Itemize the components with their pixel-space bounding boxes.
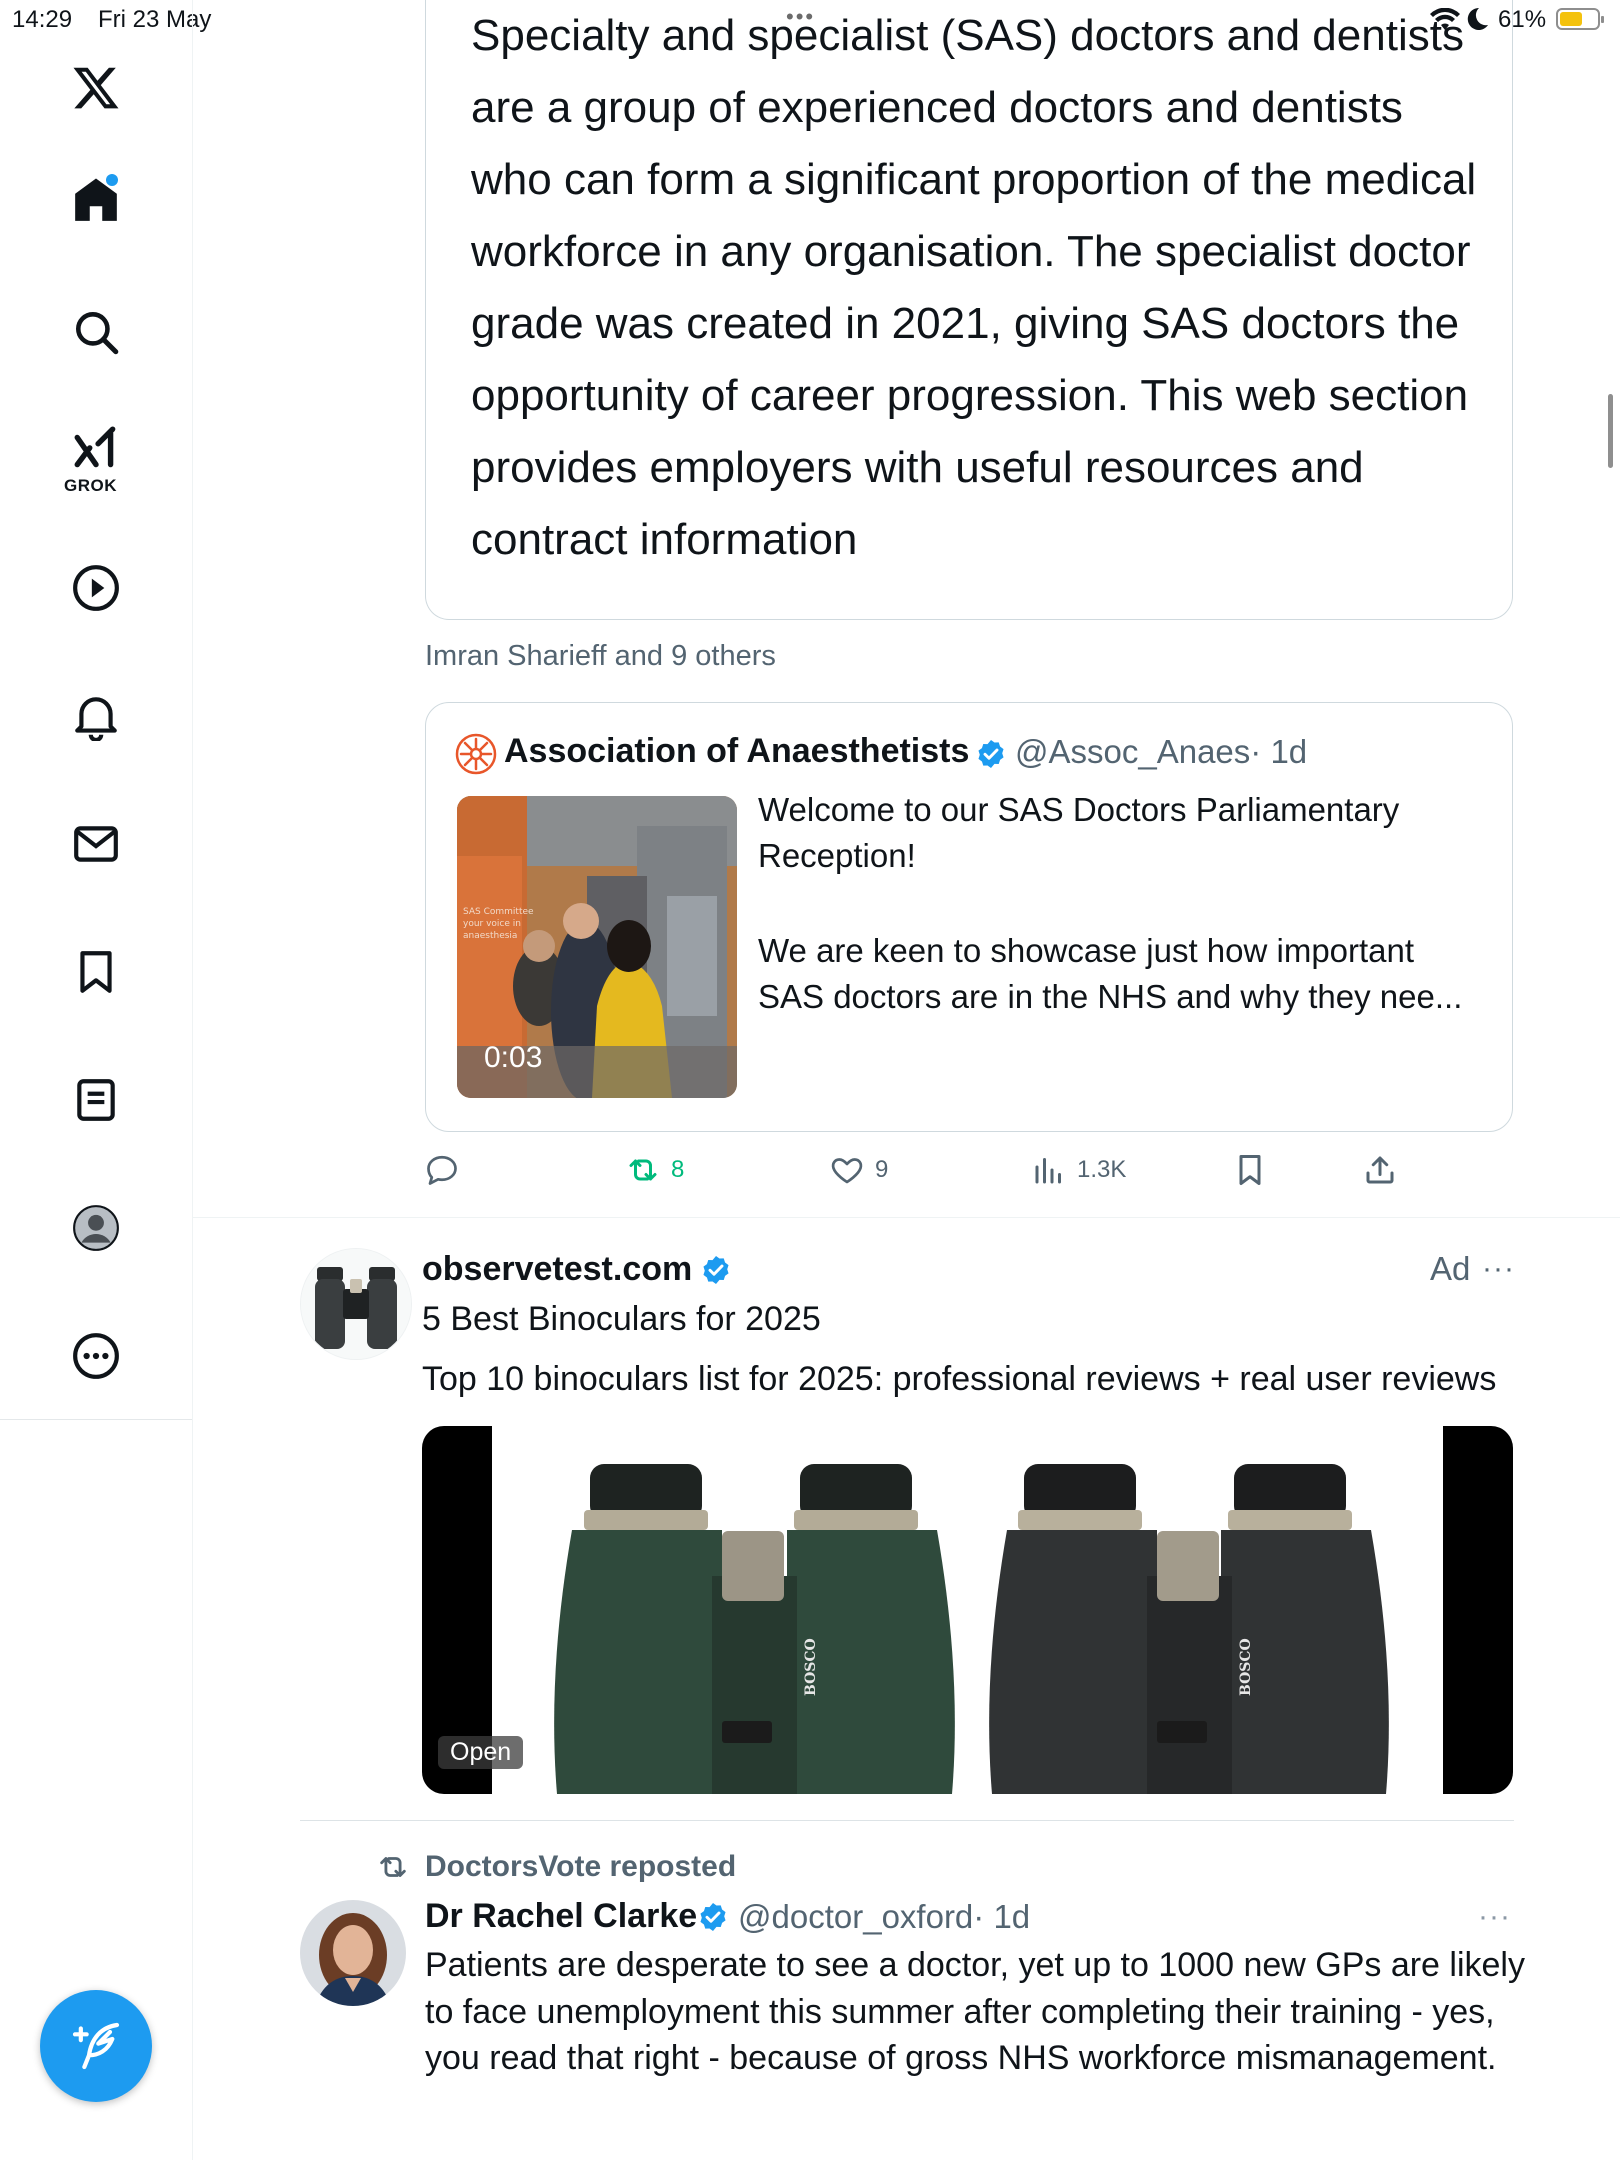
video-duration: 0:03 bbox=[484, 1041, 543, 1074]
advertiser-name[interactable]: observetest.com bbox=[422, 1250, 692, 1289]
heart-icon bbox=[831, 1158, 863, 1184]
compose-post-button[interactable] bbox=[40, 1990, 152, 2102]
ad-label: Ad bbox=[1430, 1250, 1471, 1287]
advertiser-avatar[interactable] bbox=[300, 1248, 412, 1360]
quoted-author-handle[interactable]: @Assoc_Anaes· 1d bbox=[1015, 733, 1307, 771]
retweet-button[interactable]: 8 bbox=[625, 1148, 684, 1192]
quoted-tweet-text: Welcome to our SAS Doctors Parliamentary… bbox=[758, 791, 1400, 874]
verified-badge-icon bbox=[975, 738, 1007, 775]
svg-text:BOSCO: BOSCO bbox=[803, 1638, 819, 1696]
reply-icon bbox=[427, 1155, 457, 1185]
author-name[interactable]: Dr Rachel Clarke bbox=[425, 1897, 697, 1936]
ad-description: Top 10 binoculars list for 2025: profess… bbox=[422, 1360, 1497, 1398]
like-button[interactable]: 9 bbox=[829, 1148, 888, 1192]
post-text: Patients are desperate to see a doctor, … bbox=[425, 1946, 1525, 2077]
ad-open-button[interactable]: Open bbox=[438, 1736, 524, 1769]
link-card[interactable]: Specialty and specialist (SAS) doctors a… bbox=[425, 0, 1513, 620]
verified-badge-icon bbox=[697, 1901, 729, 1938]
battery-icon bbox=[1556, 8, 1604, 30]
svg-text:anaesthesia: anaesthesia bbox=[463, 931, 517, 941]
post-divider bbox=[192, 1217, 1620, 1218]
scrollbar[interactable] bbox=[1608, 394, 1613, 468]
social-context[interactable]: Imran Sharieff and 9 others bbox=[425, 640, 776, 673]
reply-button[interactable] bbox=[424, 1148, 470, 1192]
home-notification-dot bbox=[106, 174, 118, 186]
retweet-count: 8 bbox=[671, 1156, 685, 1183]
messages-icon[interactable] bbox=[66, 814, 126, 874]
author-handle[interactable]: @doctor_oxford· 1d bbox=[738, 1898, 1030, 1936]
like-count: 9 bbox=[875, 1156, 889, 1183]
rachel-clarke-photo bbox=[300, 1900, 406, 2006]
video-icon[interactable] bbox=[66, 558, 126, 618]
bookmarks-icon[interactable] bbox=[66, 942, 126, 1002]
more-icon[interactable] bbox=[66, 1326, 126, 1386]
grok-label: GROK bbox=[64, 476, 117, 495]
author-avatar[interactable] bbox=[300, 1900, 406, 2006]
profile-icon[interactable] bbox=[66, 1198, 126, 1258]
views-button[interactable]: 1.3K bbox=[1031, 1148, 1126, 1192]
retweet-icon bbox=[629, 1159, 657, 1181]
post-more-options-icon[interactable]: ··· bbox=[1478, 1900, 1511, 1934]
svg-text:SAS Committee: SAS Committee bbox=[463, 907, 534, 917]
verified-badge-icon bbox=[700, 1254, 732, 1291]
views-count: 1.3K bbox=[1077, 1156, 1127, 1183]
grok-icon[interactable] bbox=[66, 420, 126, 480]
svg-text:BOSCO: BOSCO bbox=[1238, 1638, 1254, 1696]
ad-more-options-icon[interactable]: ··· bbox=[1482, 1252, 1515, 1286]
repost-context[interactable]: DoctorsVote reposted bbox=[425, 1850, 736, 1884]
quoted-author-name[interactable]: Association of Anaesthetists bbox=[504, 732, 969, 771]
feather-plus-icon bbox=[72, 2022, 120, 2070]
quoted-tweet-text-continued: We are keen to showcase just how importa… bbox=[758, 932, 1463, 1015]
binoculars-product-image: BOSCO BOSCO bbox=[422, 1426, 1513, 1794]
ad-media[interactable]: BOSCO BOSCO bbox=[422, 1426, 1513, 1794]
views-chart-icon bbox=[1035, 1158, 1061, 1184]
x-logo-icon[interactable] bbox=[66, 58, 126, 118]
share-icon bbox=[1366, 1156, 1394, 1184]
lists-icon[interactable] bbox=[66, 1070, 126, 1130]
ad-headline[interactable]: 5 Best Binoculars for 2025 bbox=[422, 1300, 821, 1339]
search-icon[interactable] bbox=[66, 302, 126, 362]
bookmark-icon bbox=[1239, 1155, 1261, 1185]
share-button[interactable] bbox=[1362, 1148, 1398, 1192]
post-divider bbox=[300, 1820, 1514, 1821]
svg-text:your voice in: your voice in bbox=[463, 919, 521, 929]
link-card-description: Specialty and specialist (SAS) doctors a… bbox=[471, 11, 1477, 564]
repost-icon bbox=[376, 1850, 410, 1889]
bookmark-button[interactable] bbox=[1232, 1148, 1268, 1192]
association-logo-icon bbox=[455, 733, 497, 775]
notifications-icon[interactable] bbox=[66, 686, 126, 746]
sidebar-divider bbox=[0, 1419, 192, 1420]
binoculars-logo-icon bbox=[301, 1249, 411, 1359]
